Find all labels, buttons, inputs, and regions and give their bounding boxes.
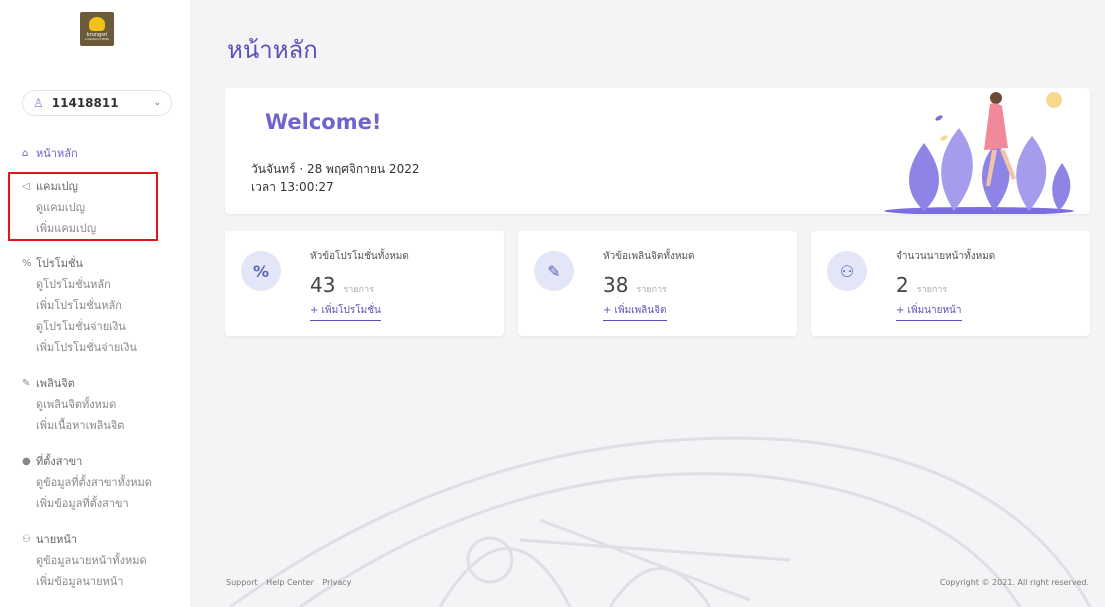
welcome-time: เวลา 13:00:27 — [251, 180, 334, 194]
sidebar-item-label: หน้าหลัก — [36, 147, 78, 160]
footer-links: Support Help Center Privacy — [226, 578, 357, 587]
welcome-illustration — [884, 92, 1074, 214]
stat-value: 38 รายการ — [603, 273, 667, 297]
stat-value: 43 รายการ — [310, 273, 374, 297]
stat-label: จำนวนนายหน้าทั้งหมด — [896, 251, 996, 262]
percent-icon: % — [22, 257, 32, 269]
welcome-title: Welcome! — [265, 110, 382, 134]
sidebar-item-add-ploenchit[interactable]: เพิ่มเนื้อหาเพลินจิต — [22, 415, 124, 436]
sidebar-item-view-main-promotion[interactable]: ดูโปรโมชั่นหลัก — [22, 274, 111, 295]
welcome-date: วันจันทร์ · 28 พฤศจิกายน 2022 — [251, 162, 420, 176]
footer-link-help-center[interactable]: Help Center — [266, 578, 314, 587]
sidebar-item-home[interactable]: ⌂ หน้าหลัก — [22, 145, 78, 161]
sidebar-section-ploenchit[interactable]: ✎ เพลินจิต — [22, 375, 75, 391]
sidebar-item-view-ploenchit[interactable]: ดูเพลินจิตทั้งหมด — [22, 394, 116, 415]
add-ploenchit-link[interactable]: + เพิ่มเพลินจิต — [603, 303, 667, 321]
stat-label: หัวข้อเพลินจิตทั้งหมด — [603, 251, 695, 262]
map-pin-icon: ● — [22, 455, 31, 467]
stat-unit: รายการ — [916, 285, 948, 295]
stat-number: 43 — [310, 273, 336, 297]
campaign-highlight-box — [8, 172, 158, 241]
sidebar-item-add-branch[interactable]: เพิ่มข้อมูลที่ตั้งสาขา — [22, 493, 129, 514]
users-icon: ⚇ — [827, 251, 867, 291]
sidebar-item-view-brokers[interactable]: ดูข้อมูลนายหน้าทั้งหมด — [22, 550, 147, 571]
logo-tagline: a member of MUFG — [84, 38, 110, 41]
sidebar-section-label: โปรโมชั่น — [36, 257, 83, 270]
sidebar-item-add-main-promotion[interactable]: เพิ่มโปรโมชั่นหลัก — [22, 295, 122, 316]
copyright: Copyright © 2021. All right reserved. — [939, 578, 1089, 587]
sidebar-item-add-payment-promotion[interactable]: เพิ่มโปรโมชั่นจ่ายเงิน — [22, 337, 137, 358]
users-icon: ⚇ — [22, 533, 31, 545]
user-dropdown[interactable]: ♙ 11418811 ⌄ — [22, 90, 172, 116]
footer-link-privacy[interactable]: Privacy — [322, 578, 351, 587]
percent-icon: % — [241, 251, 281, 291]
add-promotion-link[interactable]: + เพิ่มโปรโมชั่น — [310, 303, 381, 321]
krungsri-logo[interactable]: krungsri a member of MUFG — [80, 12, 114, 46]
stat-card-promotions: % หัวข้อโปรโมชั่นทั้งหมด 43 รายการ + เพิ่… — [225, 231, 504, 336]
sidebar: krungsri a member of MUFG ♙ 11418811 ⌄ ⌂… — [0, 0, 190, 607]
edit-icon: ✎ — [534, 251, 574, 291]
stat-card-ploenchit: ✎ หัวข้อเพลินจิตทั้งหมด 38 รายการ + เพิ่ม… — [518, 231, 797, 336]
stat-unit: รายการ — [636, 285, 667, 295]
stat-number: 38 — [603, 273, 629, 297]
watermark-emblem — [229, 436, 1092, 607]
chevron-down-icon: ⌄ — [153, 98, 161, 108]
sidebar-section-promotion[interactable]: % โปรโมชั่น — [22, 255, 83, 271]
footer-link-support[interactable]: Support — [226, 578, 258, 587]
krungsri-logo-mark — [89, 17, 105, 31]
stat-label: หัวข้อโปรโมชั่นทั้งหมด — [310, 251, 409, 262]
stat-card-brokers: ⚇ จำนวนนายหน้าทั้งหมด 2 รายการ + เพิ่มนาย… — [811, 231, 1090, 336]
sidebar-section-label: นายหน้า — [36, 533, 78, 546]
stat-unit: รายการ — [343, 285, 374, 295]
page-title: หน้าหลัก — [227, 36, 318, 64]
sidebar-item-add-broker[interactable]: เพิ่มข้อมูลนายหน้า — [22, 571, 123, 592]
stat-value: 2 รายการ — [896, 273, 947, 297]
welcome-card: Welcome! วันจันทร์ · 28 พฤศจิกายน 2022 เ… — [225, 88, 1090, 214]
sidebar-section-label: ที่ตั้งสาขา — [36, 455, 83, 468]
sidebar-section-label: เพลินจิต — [36, 377, 75, 390]
sidebar-section-broker[interactable]: ⚇ นายหน้า — [22, 531, 77, 547]
sidebar-item-view-payment-promotion[interactable]: ดูโปรโมชั่นจ่ายเงิน — [22, 316, 126, 337]
sidebar-section-branch[interactable]: ● ที่ตั้งสาขา — [22, 453, 82, 469]
home-icon: ⌂ — [22, 147, 29, 159]
user-id: 11418811 — [51, 96, 119, 110]
add-broker-link[interactable]: + เพิ่มนายหน้า — [896, 303, 962, 321]
user-icon: ♙ — [33, 96, 44, 110]
edit-icon: ✎ — [22, 377, 31, 389]
sidebar-item-view-branches[interactable]: ดูข้อมูลที่ตั้งสาขาทั้งหมด — [22, 472, 152, 493]
stat-number: 2 — [896, 273, 909, 297]
